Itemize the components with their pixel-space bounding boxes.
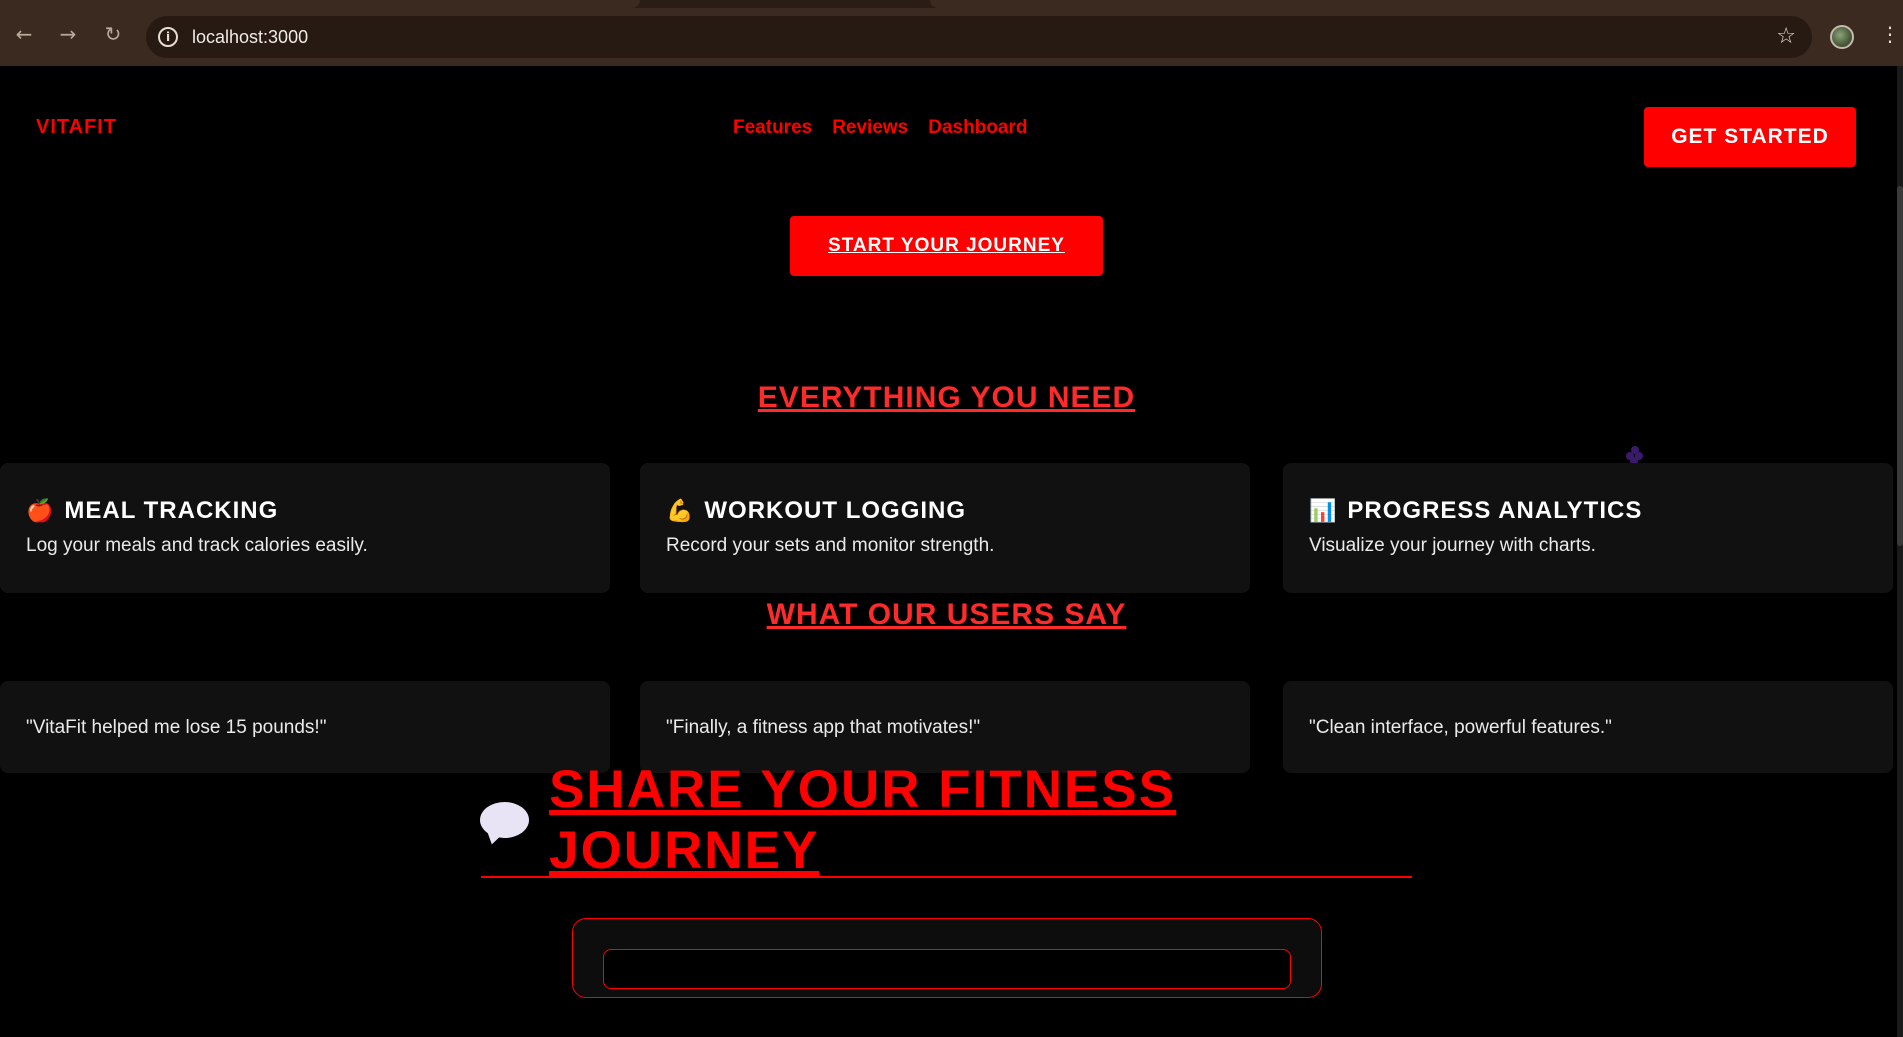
browser-chrome: ← → ↻ i localhost:3000 ☆ ⋮ [0,0,1903,66]
review-quote: "VitaFit helped me lose 15 pounds!" [26,717,327,738]
nav-link-features[interactable]: Features [733,117,812,139]
tab-left[interactable] [0,0,640,8]
feature-card-meal: 🍎 MEAL TRACKING Log your meals and track… [0,463,610,593]
feature-card-workout: 💪 WORKOUT LOGGING Record your sets and m… [640,463,1250,593]
reload-icon[interactable]: ↻ [101,22,125,46]
share-text-input[interactable] [603,949,1291,989]
page-viewport: VITAFIT Features Reviews Dashboard GET S… [0,66,1903,1037]
nav-link-dashboard[interactable]: Dashboard [928,117,1027,139]
back-icon[interactable]: ← [12,22,36,46]
flexed-biceps-icon: 💪 [666,498,695,524]
bookmark-star-icon[interactable]: ☆ [1776,24,1796,49]
start-journey-button[interactable]: START YOUR JOURNEY [790,216,1103,276]
menu-kebab-icon[interactable]: ⋮ [1880,22,1900,46]
feature-title: MEAL TRACKING [64,497,279,524]
nav-link-reviews[interactable]: Reviews [832,117,908,139]
tab-strip [0,0,1903,8]
bar-chart-icon: 📊 [1309,498,1338,524]
share-title-text: SHARE YOUR FITNESS JOURNEY [549,760,1177,880]
scrollbar[interactable] [1897,66,1903,1037]
apple-icon: 🍎 [26,498,55,524]
profile-avatar[interactable] [1830,25,1854,49]
review-card: "VitaFit helped me lose 15 pounds!" [0,681,610,773]
feature-card-progress: 📊 PROGRESS ANALYTICS Visualize your jour… [1283,463,1893,593]
reviews-section-title: WHAT OUR USERS SAY [766,598,1127,631]
forward-icon[interactable]: → [56,22,80,46]
feature-title: PROGRESS ANALYTICS [1347,497,1643,524]
feature-description: Log your meals and track calories easily… [26,535,368,556]
brand-logo[interactable]: VITAFIT [36,116,117,139]
review-quote: "Clean interface, powerful features." [1309,717,1612,738]
share-section-title: SHARE YOUR FITNESS JOURNEY [480,760,1412,880]
speech-bubble-icon [480,802,530,838]
top-nav: Features Reviews Dashboard [733,117,1028,139]
feature-description: Visualize your journey with charts. [1309,535,1596,556]
share-divider [481,876,1412,878]
features-section-title: EVERYTHING YOU NEED [757,381,1136,414]
site-info-icon[interactable]: i [158,27,178,47]
review-quote: "Finally, a fitness app that motivates!" [666,717,981,738]
address-bar[interactable]: i localhost:3000 ☆ [146,16,1812,58]
feature-description: Record your sets and monitor strength. [666,535,995,556]
feature-title: WORKOUT LOGGING [704,497,967,524]
grape-icon [1624,446,1646,465]
tab-right[interactable] [930,0,1903,8]
scrollbar-thumb[interactable] [1897,186,1903,546]
get-started-button[interactable]: GET STARTED [1644,107,1856,167]
address-url[interactable]: localhost:3000 [192,27,308,48]
